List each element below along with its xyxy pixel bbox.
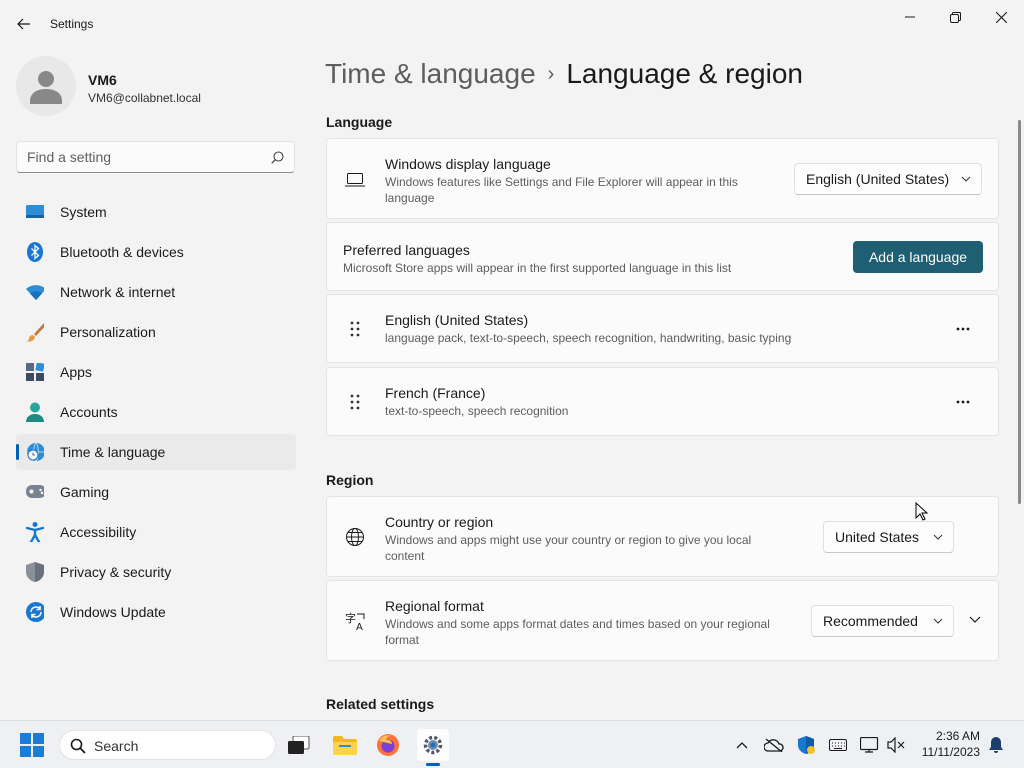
sidebar-item-apps[interactable]: Apps <box>16 354 296 390</box>
folder-icon <box>333 736 357 755</box>
taskbar: Search <box>0 720 1024 768</box>
country-region-card: Country or region Windows and apps might… <box>326 496 999 577</box>
settings-gear-icon <box>423 735 443 755</box>
chevron-down-icon <box>933 618 943 624</box>
close-button[interactable] <box>978 4 1024 30</box>
sidebar-item-accounts[interactable]: Accounts <box>16 394 296 430</box>
back-arrow-icon <box>17 18 30 30</box>
chevron-down-icon <box>969 616 981 623</box>
language-section-title: Language <box>326 114 393 130</box>
country-region-dropdown[interactable]: United States <box>823 521 954 553</box>
breadcrumb-parent[interactable]: Time & language <box>325 58 536 89</box>
more-icon <box>956 400 970 404</box>
task-view-button[interactable] <box>283 729 315 761</box>
bluetooth-icon <box>26 242 44 262</box>
firefox-button[interactable] <box>372 729 404 761</box>
language-format-icon: 字A <box>345 611 365 631</box>
accessibility-icon <box>26 522 44 542</box>
keyboard-icon[interactable] <box>828 735 848 755</box>
clock-date[interactable]: 11/11/2023 <box>910 745 980 759</box>
display-icon[interactable] <box>860 735 880 755</box>
search-icon[interactable] <box>271 151 284 169</box>
more-options-button[interactable] <box>950 316 976 342</box>
profile-email: VM6@collabnet.local <box>88 91 201 105</box>
brush-icon <box>26 323 44 342</box>
start-button[interactable] <box>16 729 48 761</box>
more-options-button[interactable] <box>950 389 976 415</box>
sidebar-item-system[interactable]: System <box>16 194 296 230</box>
page-title: Language & region <box>566 58 803 89</box>
mouse-cursor-icon <box>915 502 929 521</box>
user-avatar-icon <box>30 71 62 104</box>
related-settings-title: Related settings <box>326 696 435 712</box>
scrollbar[interactable] <box>1018 120 1021 504</box>
region-section-title: Region <box>326 472 374 488</box>
app-title: Settings <box>50 17 94 31</box>
breadcrumb-separator: › <box>547 63 555 85</box>
laptop-icon <box>345 170 365 190</box>
expand-button[interactable] <box>963 610 987 630</box>
volume-muted-icon[interactable] <box>886 735 906 755</box>
notification-bell-icon[interactable] <box>986 735 1006 755</box>
settings-taskbar-button[interactable] <box>417 729 449 766</box>
update-icon <box>26 602 44 622</box>
language-item-french[interactable]: French (France) text-to-speech, speech r… <box>326 367 999 436</box>
person-icon <box>26 402 44 422</box>
search-icon <box>70 738 86 754</box>
sidebar-item-privacy[interactable]: Privacy & security <box>16 554 296 590</box>
sidebar-nav: System Bluetooth & devices Network & int… <box>16 194 296 634</box>
avatar[interactable] <box>16 56 76 116</box>
chevron-down-icon <box>933 534 943 540</box>
globe-icon <box>345 527 365 547</box>
svg-text:A: A <box>356 622 363 631</box>
chevron-down-icon <box>961 176 971 182</box>
back-button[interactable] <box>10 10 38 38</box>
windows-logo-icon <box>20 733 44 757</box>
profile-name: VM6 <box>88 72 117 88</box>
display-language-card: Windows display language Windows feature… <box>326 138 999 219</box>
display-language-dropdown[interactable]: English (United States) <box>794 163 982 195</box>
sidebar-item-bluetooth[interactable]: Bluetooth & devices <box>16 234 296 270</box>
more-icon <box>956 327 970 331</box>
firefox-icon <box>377 734 399 756</box>
sidebar-item-personalization[interactable]: Personalization <box>16 314 296 350</box>
close-icon <box>995 11 1007 23</box>
taskbar-search[interactable]: Search <box>59 730 276 760</box>
sidebar-item-network[interactable]: Network & internet <box>16 274 296 310</box>
sidebar-item-accessibility[interactable]: Accessibility <box>16 514 296 550</box>
regional-format-card[interactable]: 字A Regional format Windows and some apps… <box>326 580 999 661</box>
breadcrumb: Time & language › Language & region <box>325 58 803 90</box>
maximize-button[interactable] <box>932 4 978 30</box>
wifi-icon <box>26 283 44 301</box>
title-bar: Settings <box>0 0 1024 48</box>
svg-text:字: 字 <box>345 611 356 625</box>
shield-icon <box>26 562 44 582</box>
apps-icon <box>26 363 44 381</box>
gamepad-icon <box>26 483 44 501</box>
sidebar-item-time-language[interactable]: Time & language <box>16 434 296 470</box>
onedrive-icon[interactable] <box>764 735 784 755</box>
settings-search[interactable] <box>16 141 295 173</box>
clock-time[interactable]: 2:36 AM <box>920 729 980 743</box>
security-shield-icon[interactable] <box>796 735 816 755</box>
preferred-languages-card: Preferred languages Microsoft Store apps… <box>326 222 999 291</box>
minimize-icon <box>905 16 915 18</box>
add-language-button[interactable]: Add a language <box>853 241 983 273</box>
sidebar-item-gaming[interactable]: Gaming <box>16 474 296 510</box>
task-view-icon <box>288 736 310 754</box>
language-item-english[interactable]: English (United States) language pack, t… <box>326 294 999 363</box>
file-explorer-button[interactable] <box>329 729 361 761</box>
drag-handle-icon[interactable] <box>345 392 365 412</box>
restore-icon <box>949 11 961 23</box>
regional-format-dropdown[interactable]: Recommended <box>811 605 954 637</box>
search-input[interactable] <box>17 142 257 172</box>
system-icon <box>26 203 44 221</box>
drag-handle-icon[interactable] <box>345 319 365 339</box>
minimize-button[interactable] <box>887 4 933 30</box>
globe-clock-icon <box>26 442 44 462</box>
sidebar-item-windows-update[interactable]: Windows Update <box>16 594 296 630</box>
chevron-up-icon[interactable] <box>732 735 752 755</box>
